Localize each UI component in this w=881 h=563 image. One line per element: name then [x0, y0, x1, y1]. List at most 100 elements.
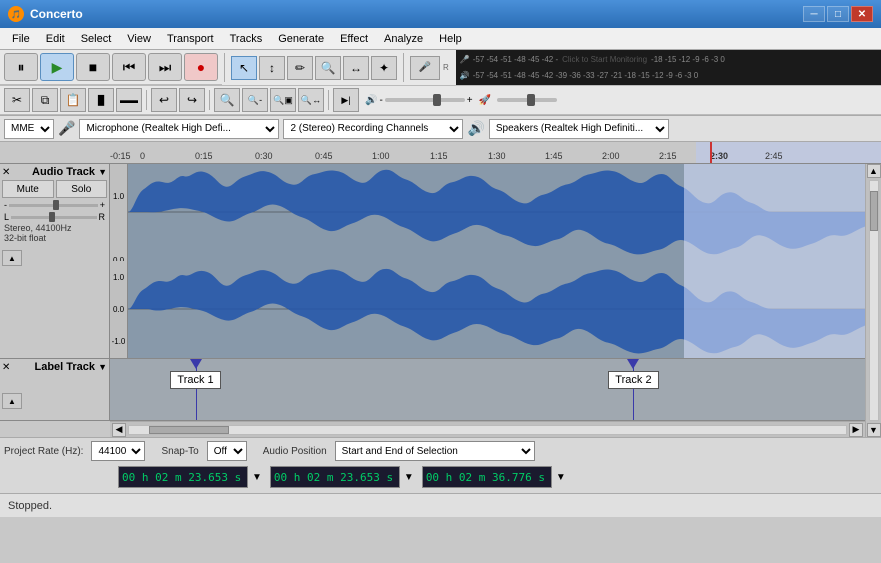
zoom-out-button[interactable]: 🔍- [242, 88, 268, 112]
snap-to-select[interactable]: Off [207, 441, 247, 461]
minimize-button[interactable]: ─ [803, 6, 825, 22]
menubar: File Edit Select View Transport Tracks G… [0, 28, 881, 50]
pan-slider[interactable] [11, 216, 96, 219]
time-input-2-arrow[interactable]: ▼ [404, 472, 414, 483]
speaker-select[interactable]: Speakers (Realtek High Definiti... [489, 119, 669, 139]
close-button[interactable]: ✕ [851, 6, 873, 22]
volume-slider[interactable] [385, 98, 465, 102]
label-1[interactable]: Track 1 [170, 359, 220, 420]
audio-track-close[interactable]: ✕ [2, 167, 10, 178]
device-bar: MME 🎤 Microphone (Realtek High Defi... 2… [0, 116, 881, 142]
hscroll-thumb[interactable] [149, 426, 229, 434]
play-cursor-button[interactable]: ▶| [333, 88, 359, 112]
label-track-waveform[interactable]: Track 1 Track 2 [110, 359, 865, 420]
ruler-marker: -0:15 [110, 151, 131, 161]
menu-generate[interactable]: Generate [270, 31, 332, 47]
select-tool[interactable]: ↖ [231, 56, 257, 80]
microphone-select[interactable]: Microphone (Realtek High Defi... [79, 119, 279, 139]
paste-button[interactable]: 📋 [60, 88, 86, 112]
audio-track-collapse[interactable]: ▲ [2, 250, 22, 266]
mute-button[interactable]: Mute [2, 180, 54, 198]
stop-button[interactable]: ■ [76, 53, 110, 81]
menu-transport[interactable]: Transport [159, 31, 222, 47]
vscroll-track[interactable] [869, 180, 879, 421]
toolbar-area: ⏸ ▶ ■ ⏮ ⏭ ● ↖ ↕ ✏ 🔍 ↔ ✦ 🎤 R 🎤 - [0, 50, 881, 116]
cut-button[interactable]: ✂ [4, 88, 30, 112]
scale-1.0: 1.0 [113, 192, 124, 201]
time-input-2[interactable] [270, 466, 400, 488]
zoom-sel-button[interactable]: 🔍▣ [270, 88, 296, 112]
zoom-in-tool[interactable]: 🔍 [315, 56, 341, 80]
ruler-marker: 2:00 [602, 151, 620, 161]
timeshift-tool[interactable]: ↔ [343, 56, 369, 80]
hscrollbar: ◀ ▶ [110, 421, 865, 437]
maximize-button[interactable]: □ [827, 6, 849, 22]
app-icon: 🎵 [8, 6, 24, 22]
scroll-left-button[interactable]: ◀ [112, 423, 126, 437]
menu-tracks[interactable]: Tracks [222, 31, 271, 47]
next-button[interactable]: ⏭ [148, 53, 182, 81]
record-meter-button[interactable]: 🎤 [410, 56, 440, 80]
label-track-close[interactable]: ✕ [2, 362, 10, 373]
menu-view[interactable]: View [119, 31, 159, 47]
speaker-icon: 🔊 [467, 120, 484, 137]
selection-type-select[interactable]: Start and End of Selection [335, 441, 535, 461]
draw-tool[interactable]: ✏ [287, 56, 313, 80]
label-track-name: Label Track ▼ [34, 361, 107, 373]
scroll-right-button[interactable]: ▶ [849, 423, 863, 437]
zoom-in-button[interactable]: 🔍 [214, 88, 240, 112]
ruler-marker: 1:30 [488, 151, 506, 161]
time-input-1-arrow[interactable]: ▼ [252, 472, 262, 483]
trim-button[interactable]: ▐▌ [88, 88, 114, 112]
gain-slider[interactable] [9, 204, 98, 207]
record-button[interactable]: ● [184, 53, 218, 81]
solo-button[interactable]: Solo [56, 180, 108, 198]
redo-button[interactable]: ↪ [179, 88, 205, 112]
time-input-3-arrow[interactable]: ▼ [556, 472, 566, 483]
label-track-collapse[interactable]: ▲ [2, 393, 22, 409]
menu-select[interactable]: Select [73, 31, 120, 47]
vscroll-down-button[interactable]: ▼ [867, 423, 881, 437]
pause-button[interactable]: ⏸ [4, 53, 38, 81]
ruler-marker: 0 [140, 151, 145, 161]
envelope-tool[interactable]: ↕ [259, 56, 285, 80]
label-1-text[interactable]: Track 1 [170, 371, 220, 389]
ruler-marker: 2:30 [710, 151, 728, 161]
copy-button[interactable]: ⧉ [32, 88, 58, 112]
menu-effect[interactable]: Effect [332, 31, 376, 47]
zoom-fit-button[interactable]: 🔍↔ [298, 88, 324, 112]
timeline-ruler[interactable]: -0:15 0 0:15 0:30 0:45 1:00 1:15 1:30 1:… [0, 142, 881, 164]
channels-select[interactable]: 2 (Stereo) Recording Channels [283, 119, 463, 139]
play-button[interactable]: ▶ [40, 53, 74, 81]
label-2[interactable]: Track 2 [608, 359, 658, 420]
project-rate-select[interactable]: 44100 [91, 441, 145, 461]
vscroll-thumb[interactable] [870, 191, 878, 231]
hscroll-track[interactable] [128, 425, 847, 435]
ruler-marker: 2:15 [659, 151, 677, 161]
main-area: ✕ Audio Track ▼ Mute Solo - + [0, 164, 881, 437]
api-select[interactable]: MME [4, 119, 54, 139]
label-1-pin [190, 359, 202, 369]
multi-tool[interactable]: ✦ [371, 56, 397, 80]
playhead [710, 142, 712, 163]
menu-analyze[interactable]: Analyze [376, 31, 431, 47]
waveform-scale-bottom: 1.0 0.0 -1.0 [110, 261, 128, 358]
menu-help[interactable]: Help [431, 31, 470, 47]
menu-file[interactable]: File [4, 31, 38, 47]
gain-min-label: - [4, 200, 7, 210]
menu-edit[interactable]: Edit [38, 31, 73, 47]
time-input-1[interactable] [118, 466, 248, 488]
label-track: ✕ Label Track ▼ ▲ Track 1 Track 2 [0, 359, 865, 421]
ruler-marker: 0:45 [315, 151, 333, 161]
audio-track-waveform[interactable]: 1.0 0.0 -1.0 1.0 [110, 164, 865, 358]
undo-button[interactable]: ↩ [151, 88, 177, 112]
pan-right-label: R [99, 212, 106, 222]
speed-slider[interactable] [497, 98, 557, 102]
vscroll-up-button[interactable]: ▲ [867, 164, 881, 178]
prev-button[interactable]: ⏮ [112, 53, 146, 81]
audio-track-header: ✕ Audio Track ▼ Mute Solo - + [0, 164, 110, 358]
label-2-text[interactable]: Track 2 [608, 371, 658, 389]
vol-down-icon: - [379, 95, 382, 106]
time-input-3[interactable] [422, 466, 552, 488]
silence-button[interactable]: ▬▬ [116, 88, 142, 112]
